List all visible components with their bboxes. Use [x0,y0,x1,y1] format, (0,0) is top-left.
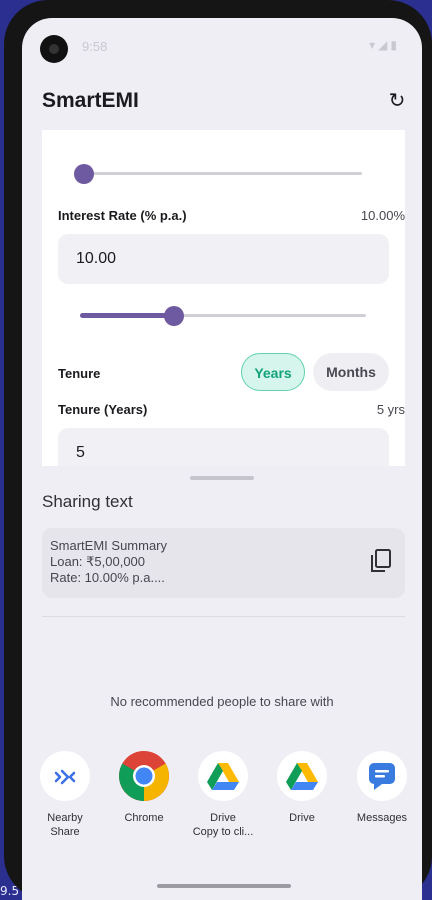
share-target-label: Nearby [47,812,83,824]
drive-icon [277,751,327,801]
refresh-icon[interactable]: ↻ [386,90,408,112]
phone-frame: 9:58 ▾◢▮ SmartEMI ↻ Interest Rate (% p.a… [4,0,432,900]
tenure-years-chip[interactable]: Years [241,353,305,391]
app-title: SmartEMI [42,89,139,112]
messages-icon [357,751,407,801]
tenure-years-label: Tenure (Years) [58,402,148,417]
sheet-drag-handle[interactable] [190,476,254,480]
share-sheet-title: Sharing text [42,492,133,511]
slider-fill [80,313,175,318]
interest-rate-value: 10.00% [360,208,405,223]
share-text-preview: SmartEMI Summary Loan: ₹5,00,000 Rate: 1… [42,528,405,598]
drive-icon [198,751,248,801]
camera-cutout [40,35,68,63]
loan-amount-slider[interactable] [74,164,362,184]
status-icons: ▾◢▮ [369,38,400,52]
status-time: 9:58 [82,39,108,54]
interest-rate-input[interactable]: 10.00 [58,234,389,284]
share-target-label: Messages [356,812,408,824]
share-target-drive-copy[interactable]: Drive Copy to cli... [183,751,263,839]
tenure-years-value: 5 yrs [376,402,405,417]
gesture-nav-bar[interactable] [157,884,291,888]
share-targets-row: Nearby Share Chrome Drive Copy to cli...… [22,751,422,861]
nearby-share-icon [40,751,90,801]
divider [42,616,405,617]
tenure-months-chip[interactable]: Months [313,353,389,391]
share-target-label: Chrome [124,812,164,824]
share-target-drive[interactable]: Drive [262,751,342,825]
app-bar: SmartEMI ↻ [22,84,422,128]
share-target-sublabel: Copy to cli... [192,826,254,838]
preview-line: Rate: 10.00% p.a.... [50,570,165,585]
slider-thumb[interactable] [74,164,94,184]
interest-rate-label: Interest Rate (% p.a.) [58,208,187,223]
phone-screen: 9:58 ▾◢▮ SmartEMI ↻ Interest Rate (% p.a… [22,18,422,900]
preview-line: Loan: ₹5,00,000 [50,554,146,569]
emi-form-card: Interest Rate (% p.a.) 10.00% 10.00 Tenu… [42,130,405,478]
share-target-sublabel: Share [50,826,80,838]
slider-thumb[interactable] [164,306,185,326]
share-target-messages[interactable]: Messages [342,751,422,825]
share-target-nearby-share[interactable]: Nearby Share [25,751,105,839]
share-target-chrome[interactable]: Chrome [104,751,184,825]
interest-rate-slider[interactable] [80,306,366,326]
chrome-icon [119,751,169,801]
tenure-label: Tenure [58,366,101,381]
copy-icon[interactable] [369,548,393,574]
share-target-label: Drive [210,812,236,824]
status-bar: 9:58 ▾◢▮ [22,18,422,76]
share-sheet: Sharing text SmartEMI Summary Loan: ₹5,0… [22,466,422,900]
preview-line: SmartEMI Summary [50,538,168,553]
slider-track [76,172,362,175]
no-recommendations-text: No recommended people to share with [110,694,334,709]
share-target-label: Drive [289,812,315,824]
